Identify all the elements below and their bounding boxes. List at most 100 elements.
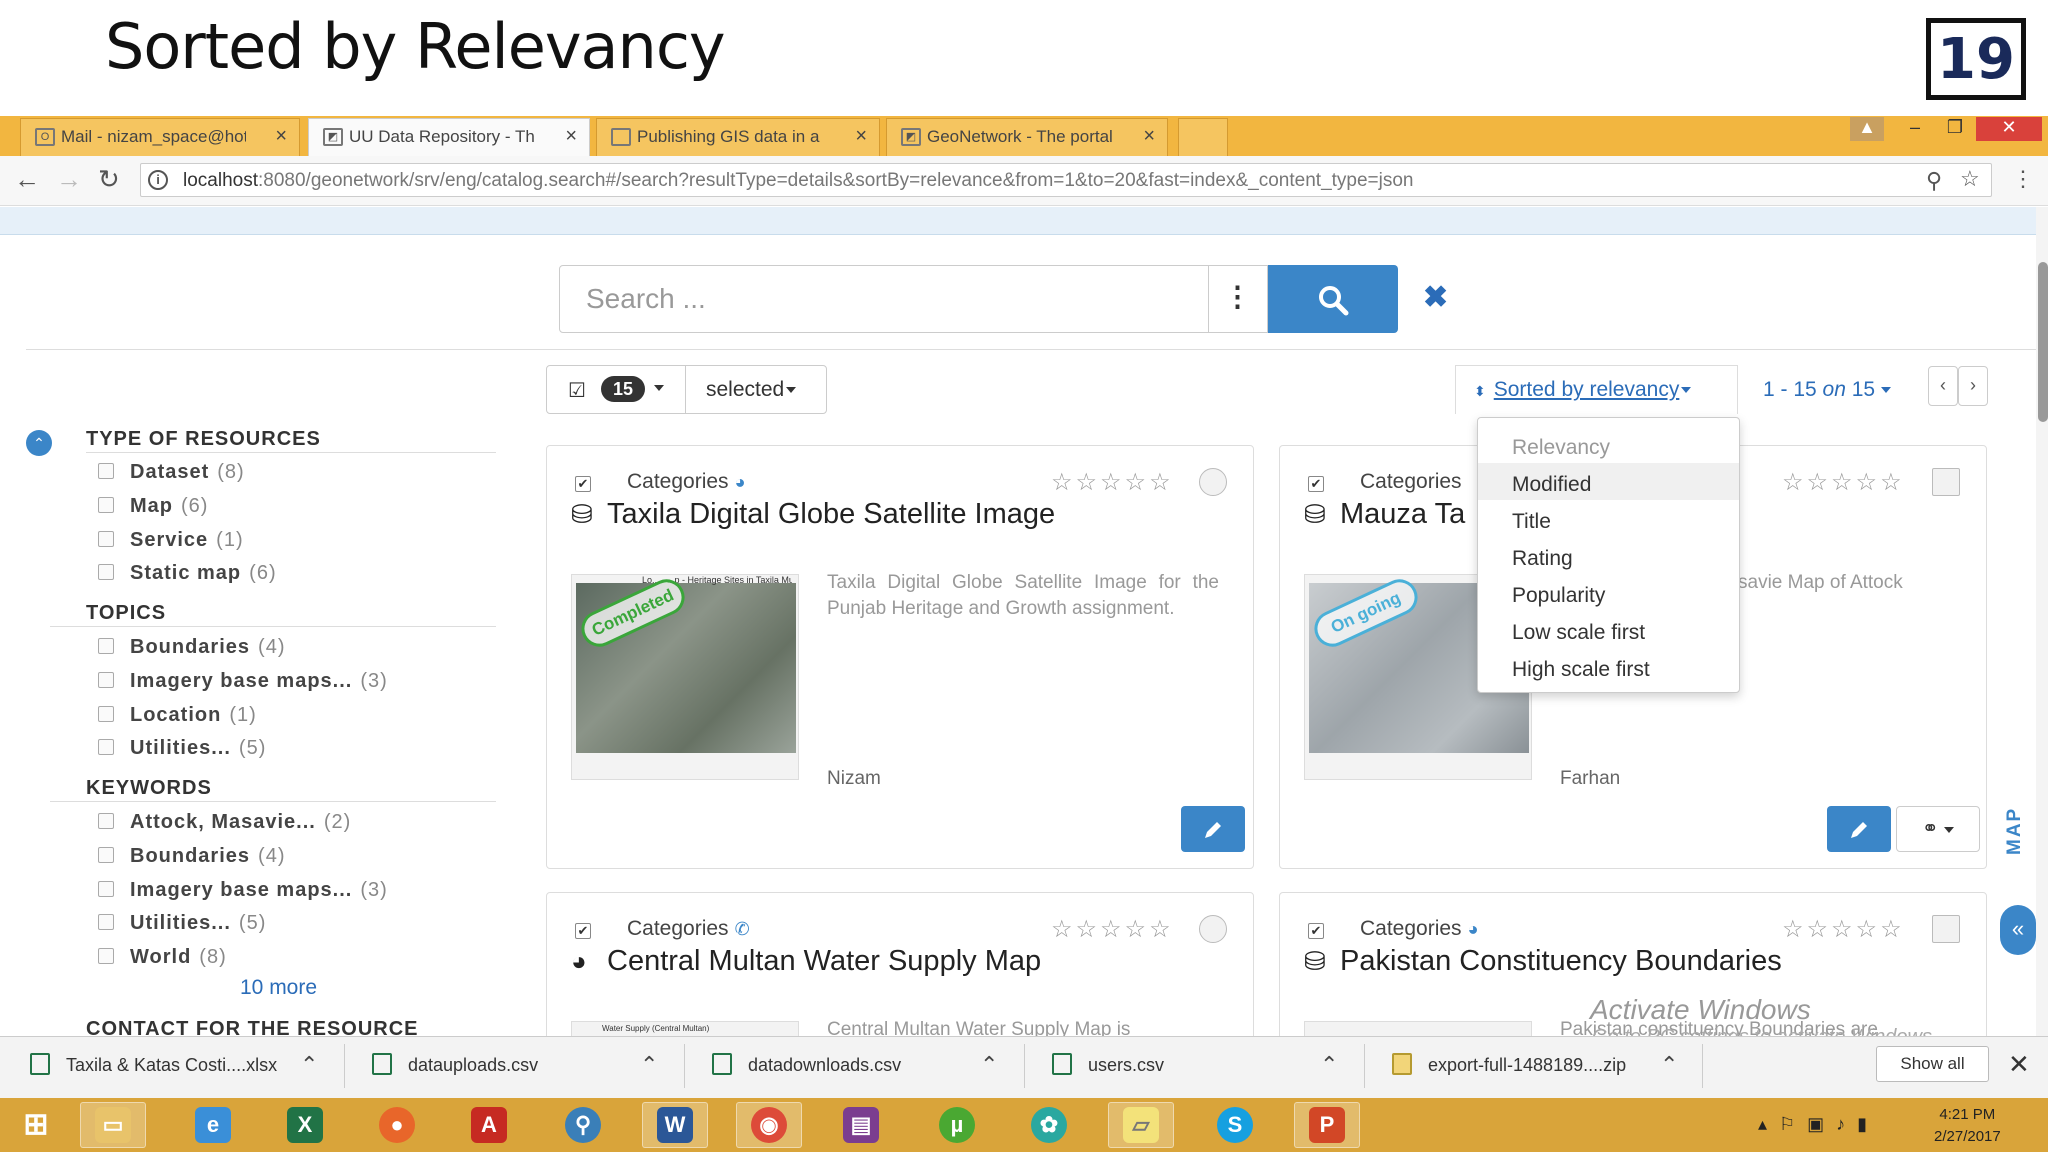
links-dropdown-button[interactable]: ⚭ [1896, 806, 1980, 852]
download-item[interactable]: datadownloads.csv [712, 1053, 901, 1077]
window-close-button[interactable]: ✕ [1976, 117, 2042, 141]
pagination-dropdown[interactable]: 1 - 15 on 15 [1763, 378, 1891, 402]
minimize-button[interactable]: – [1898, 117, 1932, 141]
checkbox[interactable] [98, 463, 114, 479]
checkbox[interactable] [98, 638, 114, 654]
search-app-button[interactable]: ⚲ [550, 1102, 616, 1148]
checkbox[interactable] [98, 564, 114, 580]
new-tab-button[interactable] [1178, 118, 1228, 156]
search-options-icon[interactable]: ⋮ [1208, 265, 1268, 333]
close-icon[interactable]: × [855, 125, 867, 148]
winrar-button[interactable]: ▤ [828, 1102, 894, 1148]
sort-option-high-scale[interactable]: High scale first [1478, 648, 1739, 685]
sort-dropdown[interactable]: ⬍ Sorted by relevancy [1474, 378, 1692, 402]
facet-item[interactable]: Dataset (8) [98, 461, 245, 484]
card-checkbox[interactable]: ✔ [575, 923, 591, 939]
close-icon[interactable]: × [565, 125, 577, 148]
card-categories[interactable]: Categories [1360, 470, 1462, 494]
forward-button[interactable]: → [56, 164, 82, 195]
card-checkbox[interactable]: ✔ [1308, 923, 1324, 939]
download-item[interactable]: Taxila & Katas Costi....xlsx [30, 1053, 277, 1077]
checkbox[interactable] [98, 847, 114, 863]
scrollbar-thumb[interactable] [2038, 262, 2048, 422]
excel-button[interactable]: X [272, 1102, 338, 1148]
facet-item[interactable]: Attock, Masavie... (2) [98, 811, 351, 834]
word-button[interactable]: W [642, 1102, 708, 1148]
selected-count-badge[interactable]: 15 [601, 376, 645, 402]
selected-actions-dropdown[interactable]: selected [706, 378, 797, 402]
back-button[interactable]: ← [14, 164, 40, 195]
facet-item[interactable]: Utilities... (5) [98, 912, 266, 935]
facet-item[interactable]: Static map (6) [98, 562, 277, 585]
chevron-up-icon[interactable]: ⌃ [1660, 1052, 1678, 1078]
rating-stars[interactable]: ☆☆☆☆☆ [1051, 915, 1174, 944]
facet-item[interactable]: Imagery base maps... (3) [98, 670, 388, 693]
rating-stars[interactable]: ☆☆☆☆☆ [1782, 468, 1905, 497]
card-title[interactable]: ◕ Central Multan Water Supply Map [571, 945, 1041, 978]
card-title[interactable]: ⛁ Taxila Digital Globe Satellite Image [571, 498, 1055, 531]
sort-option-rating[interactable]: Rating [1478, 537, 1739, 574]
card-checkbox[interactable]: ✔ [575, 476, 591, 492]
info-icon[interactable]: i [148, 170, 168, 190]
system-tray-icons[interactable]: ▴⚐▣♪▮ [1758, 1114, 1879, 1135]
browser-tab-publishing-gis[interactable]: Publishing GIS data in a r × [596, 118, 880, 156]
card-title[interactable]: ⛁ Mauza Ta [1304, 498, 1465, 531]
chrome-button[interactable]: ◉ [736, 1102, 802, 1148]
taskbar-clock[interactable]: 4:21 PM 2/27/2017 [1934, 1104, 2001, 1148]
search-input[interactable]: Search ... [559, 265, 1209, 333]
facet-item[interactable]: Service (1) [98, 529, 244, 552]
card-categories[interactable]: Categories ◕ [627, 470, 745, 494]
card-thumbnail[interactable]: Lo..... ...p - Heritage Sites in Taxila … [571, 573, 799, 780]
card-categories[interactable]: Categories ◕ [1360, 917, 1478, 941]
file-explorer-button[interactable]: ▭ [80, 1102, 146, 1148]
card-categories[interactable]: Categories ✆ [627, 917, 750, 941]
internet-explorer-button[interactable]: e [180, 1102, 246, 1148]
download-item[interactable]: datauploads.csv [372, 1053, 538, 1077]
sort-option-relevancy[interactable]: Relevancy [1478, 426, 1739, 463]
powerpoint-button[interactable]: P [1294, 1102, 1360, 1148]
menu-icon[interactable]: ⋮ [2012, 166, 2034, 192]
sort-option-title[interactable]: Title [1478, 500, 1739, 537]
download-item[interactable]: users.csv [1052, 1053, 1164, 1077]
more-keywords-link[interactable]: 10 more [240, 976, 317, 1000]
facet-item[interactable]: Boundaries (4) [98, 636, 285, 659]
close-icon[interactable]: × [1143, 125, 1155, 148]
close-icon[interactable]: × [275, 125, 287, 148]
star-icon[interactable]: ☆ [1960, 166, 1980, 192]
reload-button[interactable]: ↻ [98, 164, 120, 195]
checkbox[interactable] [98, 948, 114, 964]
sort-option-low-scale[interactable]: Low scale first [1478, 611, 1739, 648]
search-button[interactable] [1268, 265, 1398, 333]
sort-option-popularity[interactable]: Popularity [1478, 574, 1739, 611]
start-button[interactable]: ⊞ [4, 1102, 68, 1148]
chevron-up-icon[interactable]: ⌃ [980, 1052, 998, 1078]
skype-button[interactable]: S [1202, 1102, 1268, 1148]
open-map-button[interactable]: « [2000, 905, 2036, 955]
facet-item[interactable]: Map (6) [98, 495, 208, 518]
chevron-up-icon[interactable]: ⌃ [1320, 1052, 1338, 1078]
result-card[interactable]: ✔ Categories ◕ ☆☆☆☆☆ ⛁ Taxila Digital Glob… [546, 445, 1254, 869]
app-button[interactable]: ✿ [1016, 1102, 1082, 1148]
rating-stars[interactable]: ☆☆☆☆☆ [1782, 915, 1905, 944]
zoom-icon[interactable]: ⚲ [1926, 168, 1942, 194]
url-field[interactable]: localhost:8080/geonetwork/srv/eng/catalo… [140, 163, 1992, 197]
checkbox[interactable] [98, 739, 114, 755]
sticky-notes-button[interactable]: ▱ [1108, 1102, 1174, 1148]
chevron-down-icon[interactable] [654, 385, 664, 391]
map-tab-label[interactable]: MAP [2004, 807, 2026, 855]
user-icon[interactable]: ▲ [1850, 117, 1884, 141]
firefox-button[interactable]: ● [364, 1102, 430, 1148]
edit-button[interactable] [1181, 806, 1245, 852]
download-item[interactable]: export-full-1488189....zip [1392, 1053, 1626, 1077]
checkbox[interactable] [98, 914, 114, 930]
select-all-checkbox-icon[interactable]: ☑ [568, 378, 586, 403]
facet-item[interactable]: Imagery base maps... (3) [98, 879, 388, 902]
card-title[interactable]: ⛁ Pakistan Constituency Boundaries [1304, 945, 1782, 978]
collapse-facets-button[interactable]: ⌃ [26, 430, 52, 456]
checkbox[interactable] [98, 672, 114, 688]
edit-button[interactable] [1827, 806, 1891, 852]
browser-tab-geonetwork[interactable]: ◩ GeoNetwork - The portal × [886, 118, 1168, 156]
checkbox[interactable] [98, 531, 114, 547]
chevron-up-icon[interactable]: ⌃ [640, 1052, 658, 1078]
facet-item[interactable]: World (8) [98, 946, 227, 969]
